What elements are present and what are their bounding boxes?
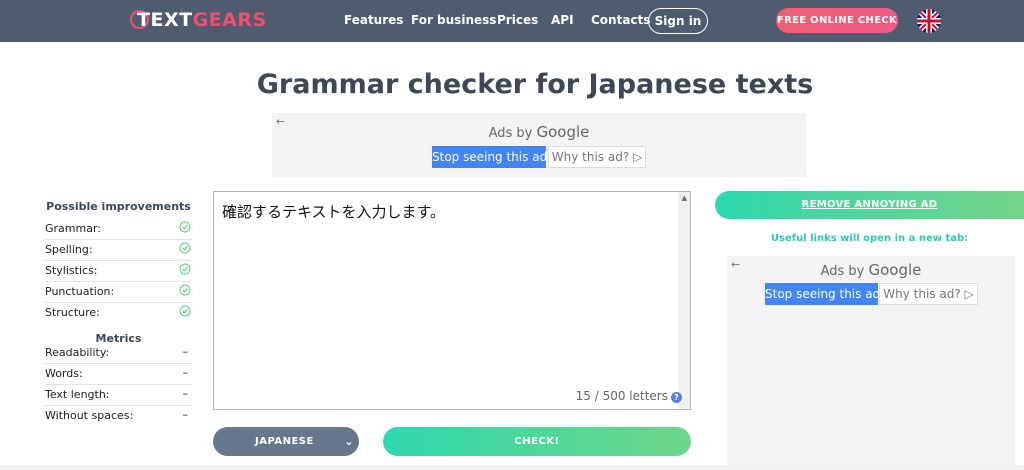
side-ad-banner: ← Ads by Google Stop seeing this ad Why … [727, 256, 1015, 465]
uk-flag-icon[interactable] [917, 9, 941, 33]
check-button[interactable]: CHECK! [383, 427, 691, 456]
metric-value: – [182, 366, 189, 379]
row-label: Readability: [45, 346, 110, 359]
possible-improvements-heading: Possible improvements [46, 200, 191, 213]
why-this-ad-button[interactable]: Why this ad? ▷ [879, 283, 978, 305]
ads-by-google-label: Ads by Google [727, 261, 1015, 279]
row-label: Text length: [45, 388, 110, 401]
ads-by-text: Ads by [820, 264, 865, 279]
scroll-up-arrow-icon[interactable]: ▲ [682, 194, 687, 202]
text-input-area[interactable]: 確認するテキストを入力します。 ▲ 15 / 500 letters? [213, 191, 691, 410]
improvement-row-punctuation: Punctuation: [45, 281, 192, 303]
logo-text-part1: TEXT [137, 9, 193, 31]
check-circle-icon [179, 305, 191, 317]
logo-text: TEXTGEARS [137, 9, 267, 31]
nav-features[interactable]: Features [344, 13, 403, 27]
letter-counter: 15 / 500 letters? [576, 389, 682, 403]
row-label: Without spaces: [45, 409, 134, 422]
chevron-down-icon: ⌄ [344, 435, 354, 448]
row-label: Words: [45, 367, 83, 380]
logo-text-part2: GEARS [192, 9, 267, 31]
editor-text[interactable]: 確認するテキストを入力します。 [222, 201, 445, 222]
help-icon[interactable]: ? [671, 392, 682, 403]
metric-row-words: Words: – [45, 363, 192, 385]
editor-scrollbar[interactable]: ▲ [678, 192, 690, 409]
metric-row-without-spaces: Without spaces: – [45, 405, 192, 426]
remove-annoying-ad-button[interactable]: REMOVE ANNOYING AD [715, 191, 1024, 219]
useful-links-note: Useful links will open in a new tab: [770, 233, 969, 244]
check-circle-icon [179, 263, 191, 275]
improvement-row-structure: Structure: [45, 302, 192, 323]
row-label: Stylistics: [45, 264, 98, 277]
check-circle-icon [179, 221, 191, 233]
metric-value: – [182, 387, 189, 400]
stop-seeing-ad-button[interactable]: Stop seeing this ad [765, 283, 880, 305]
letter-count-text: 15 / 500 letters [575, 389, 668, 403]
metric-row-readability: Readability: – [45, 342, 192, 364]
nav-for-business[interactable]: For business [411, 13, 496, 27]
improvement-row-grammar: Grammar: [45, 218, 192, 240]
improvement-row-stylistics: Stylistics: [45, 260, 192, 282]
metric-row-text-length: Text length: – [45, 384, 192, 406]
textgears-logo[interactable]: TEXTGEARS [130, 9, 266, 33]
stop-seeing-ad-button[interactable]: Stop seeing this ad [432, 146, 547, 168]
row-label: Structure: [45, 306, 100, 319]
top-ad-banner: ← Ads by Google Stop seeing this ad Why … [272, 113, 806, 177]
nav-prices[interactable]: Prices [497, 13, 538, 27]
row-label: Punctuation: [45, 285, 115, 298]
ads-by-text: Ads by [488, 126, 533, 141]
nav-api[interactable]: API [551, 13, 574, 27]
nav-contacts[interactable]: Contacts [591, 13, 650, 27]
why-this-ad-button[interactable]: Why this ad? ▷ [548, 146, 646, 168]
check-circle-icon [179, 284, 191, 296]
metric-value: – [182, 345, 189, 358]
check-circle-icon [179, 242, 191, 254]
page-title: Grammar checker for Japanese texts [256, 69, 814, 100]
sign-in-button[interactable]: Sign in [648, 8, 708, 34]
row-label: Grammar: [45, 222, 101, 235]
page-bottom-divider [0, 465, 1024, 470]
language-select-label: JAPANESE [255, 436, 314, 447]
row-label: Spelling: [45, 243, 93, 256]
metric-value: – [182, 408, 189, 421]
top-navbar: TEXTGEARS Features For business Prices A… [0, 0, 1024, 42]
google-text: Google [536, 123, 590, 141]
free-online-check-button[interactable]: FREE ONLINE CHECK [776, 8, 898, 33]
language-select[interactable]: JAPANESE ⌄ [213, 427, 359, 456]
improvement-row-spelling: Spelling: [45, 239, 192, 261]
ads-by-google-label: Ads by Google [272, 123, 806, 141]
google-text: Google [868, 261, 922, 279]
